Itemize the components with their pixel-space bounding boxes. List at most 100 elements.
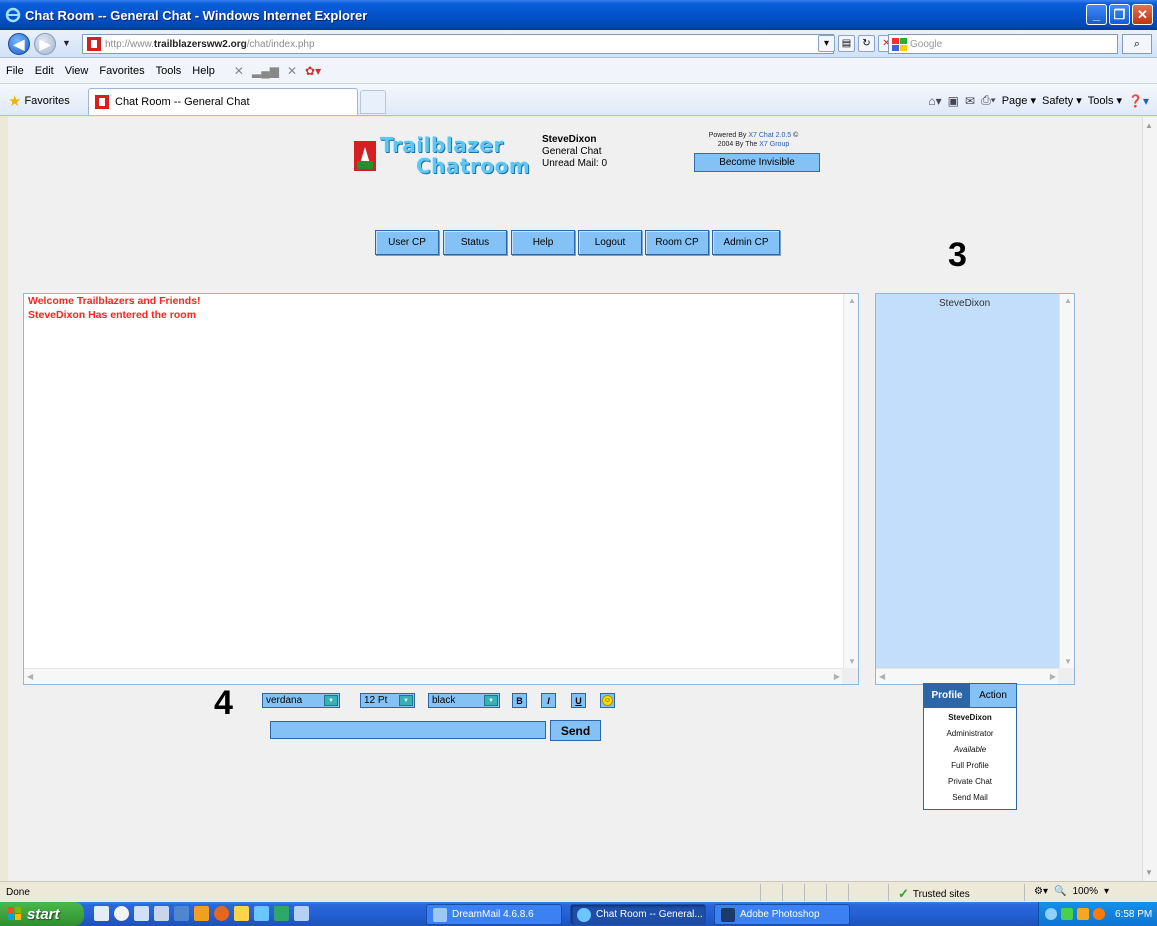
admin-cp-button[interactable]: Admin CP: [712, 230, 780, 255]
menu-view[interactable]: View: [65, 65, 89, 77]
help-button[interactable]: Help: [511, 230, 575, 255]
security-zone[interactable]: ✓ Trusted sites: [898, 886, 970, 902]
bold-button[interactable]: B: [512, 693, 527, 708]
check-icon: ✓: [898, 886, 909, 901]
online-user-item[interactable]: SteveDixon: [939, 298, 990, 309]
tray-icon[interactable]: [1077, 908, 1089, 920]
minimize-button[interactable]: _: [1086, 4, 1107, 25]
tab-chat-room[interactable]: Chat Room -- General Chat: [88, 88, 358, 115]
quicklaunch-icon[interactable]: [214, 906, 229, 921]
underline-button[interactable]: U: [571, 693, 586, 708]
zoom-level: 100%: [1072, 886, 1099, 897]
quicklaunch-icon[interactable]: [114, 906, 129, 921]
new-tab-button[interactable]: [360, 90, 386, 114]
users-vertical-scrollbar[interactable]: ▲ ▼: [1059, 294, 1074, 668]
help-icon[interactable]: ❓▾: [1128, 94, 1149, 108]
become-invisible-button[interactable]: Become Invisible: [694, 153, 820, 172]
tray-icon[interactable]: [1093, 908, 1105, 920]
menu-file[interactable]: File: [6, 65, 24, 77]
menu-safety[interactable]: Safety ▾: [1042, 94, 1082, 107]
status-button[interactable]: Status: [443, 230, 507, 255]
user-cp-button[interactable]: User CP: [375, 230, 439, 255]
home-icon[interactable]: ⌂▾: [928, 94, 941, 108]
tab-action[interactable]: Action: [970, 684, 1016, 707]
chat-vertical-scrollbar[interactable]: ▲ ▼: [843, 294, 858, 668]
menu-help[interactable]: Help: [192, 65, 215, 77]
smiley-button[interactable]: ☺: [600, 693, 615, 708]
search-icon[interactable]: ⌕: [1122, 34, 1152, 54]
scroll-left-icon[interactable]: ◀: [27, 672, 33, 681]
toolbar-close-icon[interactable]: ✕: [234, 64, 244, 78]
signal-icon[interactable]: ▂▄▆: [252, 64, 279, 78]
tab-profile[interactable]: Profile: [924, 684, 970, 707]
refresh-icon[interactable]: ↻: [858, 35, 875, 52]
quicklaunch-icon[interactable]: [274, 906, 289, 921]
scroll-right-icon[interactable]: ▶: [1050, 672, 1056, 681]
font-select[interactable]: verdana ▼: [262, 693, 340, 708]
forward-button[interactable]: ▶: [34, 33, 56, 55]
current-username: SteveDixon: [542, 134, 597, 145]
quicklaunch-icon[interactable]: [294, 906, 309, 921]
compatibility-icon[interactable]: ▤: [838, 35, 855, 52]
recent-pages-dropdown-icon[interactable]: ▼: [62, 38, 71, 48]
message-input[interactable]: [270, 721, 546, 739]
tray-icon[interactable]: [1061, 908, 1073, 920]
x7-group-link[interactable]: X7 Group: [759, 141, 789, 148]
send-button[interactable]: Send: [550, 720, 601, 741]
quicklaunch-icon[interactable]: [94, 906, 109, 921]
zoom-control[interactable]: ⚙▾ 🔍 100% ▾: [1034, 886, 1109, 897]
page-vertical-scrollbar[interactable]: ▲ ▼: [1142, 117, 1157, 881]
menu-cmd-tools[interactable]: Tools ▾: [1088, 94, 1122, 107]
scroll-right-icon[interactable]: ▶: [834, 672, 840, 681]
window-titlebar[interactable]: Chat Room -- General Chat - Windows Inte…: [0, 0, 1157, 30]
mail-icon[interactable]: ✉: [965, 94, 975, 108]
profile-tabs: Profile Action: [923, 683, 1017, 707]
users-horizontal-scrollbar[interactable]: ◀ ▶: [876, 668, 1060, 684]
menu-edit[interactable]: Edit: [35, 65, 54, 77]
send-mail-link[interactable]: Send Mail: [924, 790, 1016, 806]
scroll-left-icon[interactable]: ◀: [879, 672, 885, 681]
online-users-list[interactable]: SteveDixon ▲ ▼ ◀ ▶: [875, 293, 1075, 685]
quicklaunch-icon[interactable]: [194, 906, 209, 921]
task-dreammail[interactable]: DreamMail 4.6.8.6: [426, 904, 562, 925]
quicklaunch-icon[interactable]: [234, 906, 249, 921]
chat-messages[interactable]: Welcome Trailblazers and Friends! SteveD…: [23, 293, 859, 685]
task-chat-room[interactable]: Chat Room -- General...: [570, 904, 706, 925]
scroll-up-icon[interactable]: ▲: [1145, 121, 1153, 130]
color-select[interactable]: black ▼: [428, 693, 500, 708]
search-input[interactable]: Google: [888, 34, 1118, 54]
italic-button[interactable]: I: [541, 693, 556, 708]
feeds-icon[interactable]: ▣: [948, 94, 959, 108]
scroll-down-icon[interactable]: ▼: [1064, 657, 1072, 666]
ie-quicklaunch-icon[interactable]: [254, 906, 269, 921]
translate-icon[interactable]: ✿▾: [305, 64, 321, 78]
room-cp-button[interactable]: Room CP: [645, 230, 709, 255]
toolbar-close2-icon[interactable]: ✕: [287, 64, 297, 78]
quicklaunch-icon[interactable]: [134, 906, 149, 921]
favorites-button[interactable]: ★ Favorites: [8, 92, 70, 110]
menu-page[interactable]: Page ▾: [1002, 94, 1036, 107]
quicklaunch-icon[interactable]: [174, 906, 189, 921]
menu-favorites[interactable]: Favorites: [99, 65, 144, 77]
menu-tools[interactable]: Tools: [156, 65, 182, 77]
start-button[interactable]: start: [0, 902, 84, 926]
restore-button[interactable]: ❐: [1109, 4, 1130, 25]
quicklaunch-icon[interactable]: [154, 906, 169, 921]
print-icon[interactable]: ⎙▾: [981, 93, 996, 108]
scroll-up-icon[interactable]: ▲: [1064, 296, 1072, 305]
task-photoshop[interactable]: Adobe Photoshop: [714, 904, 850, 925]
close-button[interactable]: ✕: [1132, 4, 1153, 25]
private-chat-link[interactable]: Private Chat: [924, 774, 1016, 790]
x7-chat-link[interactable]: X7 Chat 2.0.5: [748, 132, 791, 139]
back-button[interactable]: ◀: [8, 33, 30, 55]
scroll-down-icon[interactable]: ▼: [848, 657, 856, 666]
address-dropdown-icon[interactable]: ▾: [818, 35, 835, 52]
scroll-up-icon[interactable]: ▲: [848, 296, 856, 305]
logout-button[interactable]: Logout: [578, 230, 642, 255]
full-profile-link[interactable]: Full Profile: [924, 758, 1016, 774]
size-select[interactable]: 12 Pt ▼: [360, 693, 415, 708]
tray-icon[interactable]: [1045, 908, 1057, 920]
scroll-down-icon[interactable]: ▼: [1145, 868, 1153, 877]
url-input[interactable]: http://www.trailblazersww2.org/chat/inde…: [82, 34, 834, 54]
chat-horizontal-scrollbar[interactable]: ◀ ▶: [24, 668, 844, 684]
